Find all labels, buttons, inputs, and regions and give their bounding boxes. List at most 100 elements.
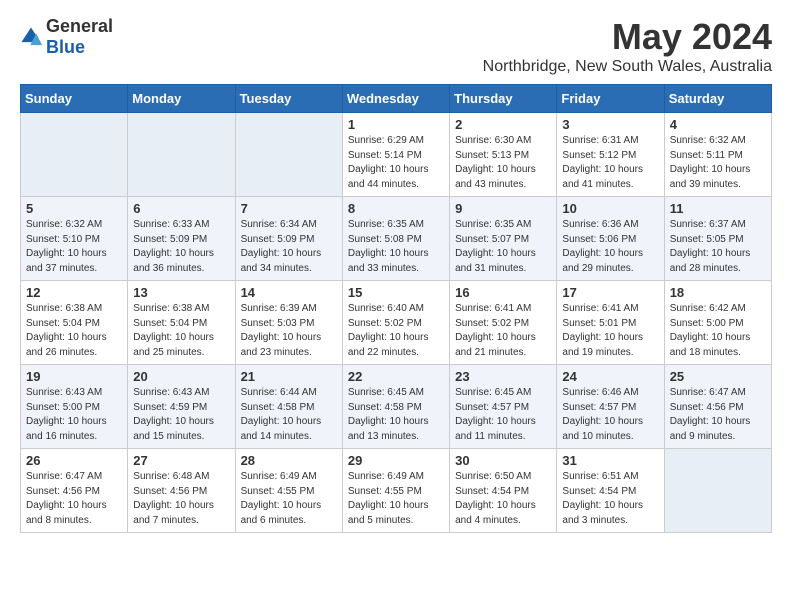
day-detail: Sunrise: 6:39 AM Sunset: 5:03 PM Dayligh… [241, 302, 337, 360]
day-detail: Sunrise: 6:47 AM Sunset: 4:56 PM Dayligh… [26, 470, 122, 528]
calendar-cell: 11Sunrise: 6:37 AM Sunset: 5:05 PM Dayli… [664, 197, 771, 281]
day-detail: Sunrise: 6:51 AM Sunset: 4:54 PM Dayligh… [562, 470, 658, 528]
day-number: 26 [26, 453, 122, 468]
calendar-header-row: SundayMondayTuesdayWednesdayThursdayFrid… [21, 85, 772, 113]
day-number: 20 [133, 369, 229, 384]
calendar-cell: 1 Sunrise: 6:29 AM Sunset: 5:14 PM Daylig… [342, 113, 449, 197]
day-number: 8 [348, 201, 444, 216]
day-detail: Sunrise: 6:43 AM Sunset: 5:00 PM Dayligh… [26, 386, 122, 444]
col-header-monday: Monday [128, 85, 235, 113]
col-header-friday: Friday [557, 85, 664, 113]
calendar-week-row: 26 Sunrise: 6:47 AM Sunset: 4:56 PM Dayli… [21, 449, 772, 533]
calendar-cell: 18 Sunrise: 6:42 AM Sunset: 5:00 PM Dayli… [664, 281, 771, 365]
day-detail: Sunrise: 6:30 AM Sunset: 5:13 PM Dayligh… [455, 134, 551, 192]
calendar-table: SundayMondayTuesdayWednesdayThursdayFrid… [20, 84, 772, 533]
col-header-thursday: Thursday [450, 85, 557, 113]
calendar-cell: 20 Sunrise: 6:43 AM Sunset: 4:59 PM Dayli… [128, 365, 235, 449]
calendar-week-row: 12Sunrise: 6:38 AM Sunset: 5:04 PM Dayli… [21, 281, 772, 365]
day-number: 22 [348, 369, 444, 384]
calendar-cell: 22Sunrise: 6:45 AM Sunset: 4:58 PM Dayli… [342, 365, 449, 449]
day-detail: Sunrise: 6:34 AM Sunset: 5:09 PM Dayligh… [241, 218, 337, 276]
calendar-cell: 30Sunrise: 6:50 AM Sunset: 4:54 PM Dayli… [450, 449, 557, 533]
day-number: 31 [562, 453, 658, 468]
day-detail: Sunrise: 6:41 AM Sunset: 5:01 PM Dayligh… [562, 302, 658, 360]
calendar-cell: 17Sunrise: 6:41 AM Sunset: 5:01 PM Dayli… [557, 281, 664, 365]
calendar-cell: 6Sunrise: 6:33 AM Sunset: 5:09 PM Daylig… [128, 197, 235, 281]
calendar-cell: 31 Sunrise: 6:51 AM Sunset: 4:54 PM Dayli… [557, 449, 664, 533]
day-number: 28 [241, 453, 337, 468]
day-number: 5 [26, 201, 122, 216]
day-detail: Sunrise: 6:32 AM Sunset: 5:10 PM Dayligh… [26, 218, 122, 276]
day-number: 11 [670, 201, 766, 216]
title-area: May 2024 Northbridge, New South Wales, A… [483, 16, 772, 76]
page-header: General Blue May 2024 Northbridge, New S… [20, 16, 772, 76]
day-detail: Sunrise: 6:50 AM Sunset: 4:54 PM Dayligh… [455, 470, 551, 528]
day-detail: Sunrise: 6:49 AM Sunset: 4:55 PM Dayligh… [348, 470, 444, 528]
location-subtitle: Northbridge, New South Wales, Australia [483, 58, 772, 76]
calendar-cell [235, 113, 342, 197]
calendar-cell [664, 449, 771, 533]
day-detail: Sunrise: 6:32 AM Sunset: 5:11 PM Dayligh… [670, 134, 766, 192]
calendar-cell: 28 Sunrise: 6:49 AM Sunset: 4:55 PM Dayli… [235, 449, 342, 533]
day-number: 21 [241, 369, 337, 384]
day-detail: Sunrise: 6:46 AM Sunset: 4:57 PM Dayligh… [562, 386, 658, 444]
day-number: 24 [562, 369, 658, 384]
day-number: 16 [455, 285, 551, 300]
day-detail: Sunrise: 6:42 AM Sunset: 5:00 PM Dayligh… [670, 302, 766, 360]
day-number: 25 [670, 369, 766, 384]
day-detail: Sunrise: 6:48 AM Sunset: 4:56 PM Dayligh… [133, 470, 229, 528]
calendar-cell: 8 Sunrise: 6:35 AM Sunset: 5:08 PM Daylig… [342, 197, 449, 281]
day-number: 3 [562, 117, 658, 132]
calendar-cell: 4 Sunrise: 6:32 AM Sunset: 5:11 PM Daylig… [664, 113, 771, 197]
day-number: 4 [670, 117, 766, 132]
calendar-week-row: 1 Sunrise: 6:29 AM Sunset: 5:14 PM Daylig… [21, 113, 772, 197]
day-number: 2 [455, 117, 551, 132]
calendar-cell [21, 113, 128, 197]
day-number: 29 [348, 453, 444, 468]
day-detail: Sunrise: 6:49 AM Sunset: 4:55 PM Dayligh… [241, 470, 337, 528]
day-detail: Sunrise: 6:43 AM Sunset: 4:59 PM Dayligh… [133, 386, 229, 444]
day-number: 15 [348, 285, 444, 300]
day-number: 18 [670, 285, 766, 300]
day-detail: Sunrise: 6:38 AM Sunset: 5:04 PM Dayligh… [133, 302, 229, 360]
day-number: 1 [348, 117, 444, 132]
calendar-cell: 16 Sunrise: 6:41 AM Sunset: 5:02 PM Dayli… [450, 281, 557, 365]
day-number: 10 [562, 201, 658, 216]
day-detail: Sunrise: 6:38 AM Sunset: 5:04 PM Dayligh… [26, 302, 122, 360]
calendar-cell: 2 Sunrise: 6:30 AM Sunset: 5:13 PM Daylig… [450, 113, 557, 197]
day-detail: Sunrise: 6:45 AM Sunset: 4:57 PM Dayligh… [455, 386, 551, 444]
day-detail: Sunrise: 6:36 AM Sunset: 5:06 PM Dayligh… [562, 218, 658, 276]
calendar-cell: 21 Sunrise: 6:44 AM Sunset: 4:58 PM Dayli… [235, 365, 342, 449]
month-year-title: May 2024 [483, 16, 772, 58]
calendar-cell: 23Sunrise: 6:45 AM Sunset: 4:57 PM Dayli… [450, 365, 557, 449]
calendar-cell: 24 Sunrise: 6:46 AM Sunset: 4:57 PM Dayli… [557, 365, 664, 449]
calendar-cell: 15 Sunrise: 6:40 AM Sunset: 5:02 PM Dayli… [342, 281, 449, 365]
day-detail: Sunrise: 6:31 AM Sunset: 5:12 PM Dayligh… [562, 134, 658, 192]
day-detail: Sunrise: 6:29 AM Sunset: 5:14 PM Dayligh… [348, 134, 444, 192]
app-logo: General Blue [20, 16, 113, 58]
day-detail: Sunrise: 6:41 AM Sunset: 5:02 PM Dayligh… [455, 302, 551, 360]
day-detail: Sunrise: 6:40 AM Sunset: 5:02 PM Dayligh… [348, 302, 444, 360]
logo-blue: Blue [46, 37, 85, 57]
calendar-cell [128, 113, 235, 197]
col-header-tuesday: Tuesday [235, 85, 342, 113]
calendar-cell: 27Sunrise: 6:48 AM Sunset: 4:56 PM Dayli… [128, 449, 235, 533]
day-number: 9 [455, 201, 551, 216]
calendar-cell: 26 Sunrise: 6:47 AM Sunset: 4:56 PM Dayli… [21, 449, 128, 533]
calendar-cell: 9Sunrise: 6:35 AM Sunset: 5:07 PM Daylig… [450, 197, 557, 281]
calendar-cell: 14Sunrise: 6:39 AM Sunset: 5:03 PM Dayli… [235, 281, 342, 365]
day-number: 6 [133, 201, 229, 216]
logo-general: General [46, 16, 113, 36]
day-detail: Sunrise: 6:35 AM Sunset: 5:08 PM Dayligh… [348, 218, 444, 276]
day-number: 13 [133, 285, 229, 300]
logo-text: General Blue [46, 16, 113, 58]
calendar-cell: 13 Sunrise: 6:38 AM Sunset: 5:04 PM Dayli… [128, 281, 235, 365]
day-number: 7 [241, 201, 337, 216]
day-detail: Sunrise: 6:44 AM Sunset: 4:58 PM Dayligh… [241, 386, 337, 444]
calendar-cell: 12Sunrise: 6:38 AM Sunset: 5:04 PM Dayli… [21, 281, 128, 365]
col-header-wednesday: Wednesday [342, 85, 449, 113]
calendar-cell: 10 Sunrise: 6:36 AM Sunset: 5:06 PM Dayli… [557, 197, 664, 281]
calendar-cell: 3 Sunrise: 6:31 AM Sunset: 5:12 PM Daylig… [557, 113, 664, 197]
day-number: 19 [26, 369, 122, 384]
calendar-cell: 5 Sunrise: 6:32 AM Sunset: 5:10 PM Daylig… [21, 197, 128, 281]
